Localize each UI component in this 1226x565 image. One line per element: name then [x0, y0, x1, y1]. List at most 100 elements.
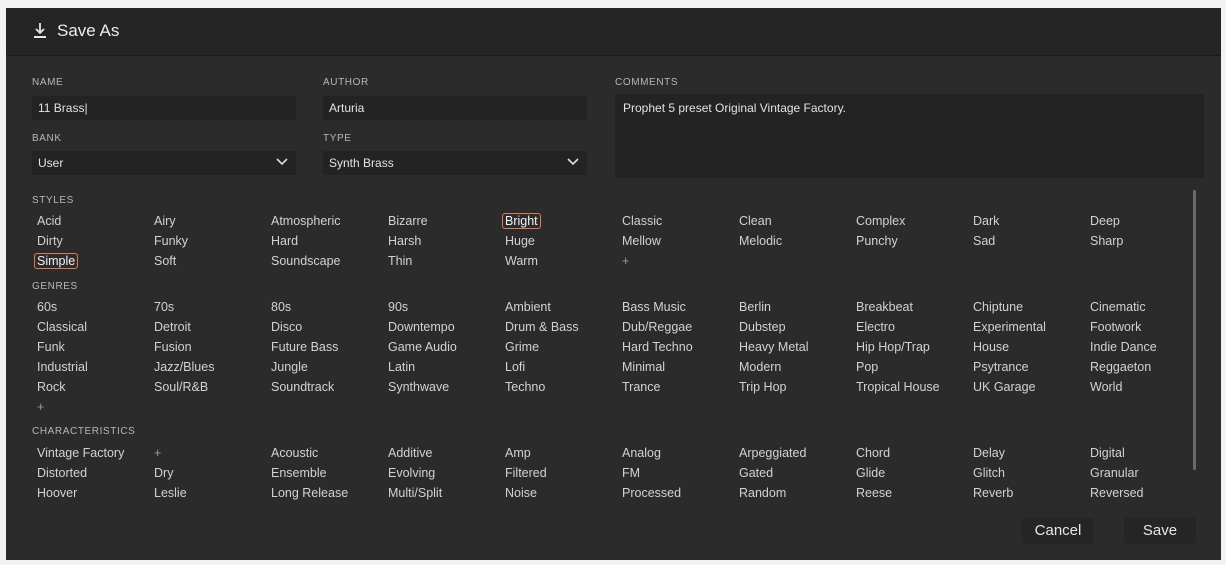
- characteristic-tag-add[interactable]: +: [151, 445, 164, 461]
- style-tag-melodic[interactable]: Melodic: [736, 233, 785, 249]
- characteristic-tag-distorted[interactable]: Distorted: [34, 465, 90, 481]
- genre-tag-trance[interactable]: Trance: [619, 379, 663, 395]
- style-tag-punchy[interactable]: Punchy: [853, 233, 901, 249]
- style-tag-bright[interactable]: Bright: [502, 213, 541, 229]
- style-tag-dirty[interactable]: Dirty: [34, 233, 66, 249]
- characteristic-tag-random[interactable]: Random: [736, 485, 789, 501]
- genre-tag-jungle[interactable]: Jungle: [268, 359, 311, 375]
- style-tag-sharp[interactable]: Sharp: [1087, 233, 1126, 249]
- genre-tag-indie-dance[interactable]: Indie Dance: [1087, 339, 1160, 355]
- genre-tag-bass-music[interactable]: Bass Music: [619, 299, 689, 315]
- characteristic-tag-chord[interactable]: Chord: [853, 445, 893, 461]
- characteristic-tag-delay[interactable]: Delay: [970, 445, 1008, 461]
- genre-tag-cinematic[interactable]: Cinematic: [1087, 299, 1149, 315]
- genre-tag-disco[interactable]: Disco: [268, 319, 305, 335]
- characteristic-tag-granular[interactable]: Granular: [1087, 465, 1142, 481]
- style-tag-clean[interactable]: Clean: [736, 213, 775, 229]
- genre-tag-lofi[interactable]: Lofi: [502, 359, 528, 375]
- style-tag-huge[interactable]: Huge: [502, 233, 538, 249]
- style-tag-sad[interactable]: Sad: [970, 233, 998, 249]
- genre-tag-electro[interactable]: Electro: [853, 319, 898, 335]
- characteristic-tag-arpeggiated[interactable]: Arpeggiated: [736, 445, 809, 461]
- characteristic-tag-processed[interactable]: Processed: [619, 485, 684, 501]
- style-tag-mellow[interactable]: Mellow: [619, 233, 664, 249]
- genre-tag-soundtrack[interactable]: Soundtrack: [268, 379, 337, 395]
- style-tag-complex[interactable]: Complex: [853, 213, 908, 229]
- style-tag-classic[interactable]: Classic: [619, 213, 665, 229]
- characteristic-tag-evolving[interactable]: Evolving: [385, 465, 438, 481]
- genre-tag-tropical-house[interactable]: Tropical House: [853, 379, 943, 395]
- characteristic-tag-vintage-factory[interactable]: Vintage Factory: [34, 445, 127, 461]
- save-button[interactable]: Save: [1124, 518, 1196, 544]
- genre-tag-80s[interactable]: 80s: [268, 299, 294, 315]
- bank-dropdown[interactable]: User: [32, 151, 296, 175]
- genre-tag-60s[interactable]: 60s: [34, 299, 60, 315]
- genre-tag-soul-r-b[interactable]: Soul/R&B: [151, 379, 211, 395]
- genre-tag-game-audio[interactable]: Game Audio: [385, 339, 460, 355]
- characteristic-tag-reversed[interactable]: Reversed: [1087, 485, 1147, 501]
- genre-tag-trip-hop[interactable]: Trip Hop: [736, 379, 789, 395]
- characteristic-tag-glide[interactable]: Glide: [853, 465, 888, 481]
- characteristic-tag-digital[interactable]: Digital: [1087, 445, 1128, 461]
- type-dropdown[interactable]: Synth Brass: [323, 151, 587, 175]
- genre-tag-classical[interactable]: Classical: [34, 319, 90, 335]
- characteristic-tag-amp[interactable]: Amp: [502, 445, 534, 461]
- genre-tag-industrial[interactable]: Industrial: [34, 359, 91, 375]
- characteristic-tag-additive[interactable]: Additive: [385, 445, 435, 461]
- characteristic-tag-reverb[interactable]: Reverb: [970, 485, 1016, 501]
- style-tag-acid[interactable]: Acid: [34, 213, 64, 229]
- genre-tag-hip-hop-trap[interactable]: Hip Hop/Trap: [853, 339, 933, 355]
- style-tag-soft[interactable]: Soft: [151, 253, 179, 269]
- genre-tag-rock[interactable]: Rock: [34, 379, 68, 395]
- scrollbar[interactable]: [1193, 190, 1196, 470]
- genre-tag-detroit[interactable]: Detroit: [151, 319, 194, 335]
- style-tag-deep[interactable]: Deep: [1087, 213, 1123, 229]
- style-tag-atmospheric[interactable]: Atmospheric: [268, 213, 343, 229]
- genre-tag-synthwave[interactable]: Synthwave: [385, 379, 452, 395]
- genre-tag-psytrance[interactable]: Psytrance: [970, 359, 1032, 375]
- characteristic-tag-leslie[interactable]: Leslie: [151, 485, 190, 501]
- genre-tag-world[interactable]: World: [1087, 379, 1125, 395]
- genre-tag-uk-garage[interactable]: UK Garage: [970, 379, 1039, 395]
- style-tag-funky[interactable]: Funky: [151, 233, 191, 249]
- author-field[interactable]: Arturia: [323, 96, 587, 120]
- genre-tag-dub-reggae[interactable]: Dub/Reggae: [619, 319, 695, 335]
- style-tag-simple[interactable]: Simple: [34, 253, 79, 269]
- genre-tag-drum-bass[interactable]: Drum & Bass: [502, 319, 582, 335]
- genre-tag-modern[interactable]: Modern: [736, 359, 784, 375]
- genre-tag-chiptune[interactable]: Chiptune: [970, 299, 1026, 315]
- style-tag-add[interactable]: +: [619, 253, 632, 269]
- characteristic-tag-hoover[interactable]: Hoover: [34, 485, 80, 501]
- genre-tag-techno[interactable]: Techno: [502, 379, 548, 395]
- characteristic-tag-gated[interactable]: Gated: [736, 465, 776, 481]
- genre-tag-fusion[interactable]: Fusion: [151, 339, 195, 355]
- style-tag-warm[interactable]: Warm: [502, 253, 541, 269]
- comments-field[interactable]: Prophet 5 preset Original Vintage Factor…: [615, 94, 1204, 178]
- genre-tag-grime[interactable]: Grime: [502, 339, 542, 355]
- genre-tag-breakbeat[interactable]: Breakbeat: [853, 299, 916, 315]
- style-tag-thin[interactable]: Thin: [385, 253, 415, 269]
- genre-tag-house[interactable]: House: [970, 339, 1012, 355]
- characteristic-tag-analog[interactable]: Analog: [619, 445, 664, 461]
- genre-tag-90s[interactable]: 90s: [385, 299, 411, 315]
- genre-tag-dubstep[interactable]: Dubstep: [736, 319, 789, 335]
- genre-tag-hard-techno[interactable]: Hard Techno: [619, 339, 696, 355]
- characteristic-tag-dry[interactable]: Dry: [151, 465, 176, 481]
- genre-tag-future-bass[interactable]: Future Bass: [268, 339, 341, 355]
- genre-tag-berlin[interactable]: Berlin: [736, 299, 774, 315]
- genre-tag-latin[interactable]: Latin: [385, 359, 418, 375]
- characteristic-tag-multi-split[interactable]: Multi/Split: [385, 485, 445, 501]
- characteristic-tag-glitch[interactable]: Glitch: [970, 465, 1008, 481]
- genre-tag-heavy-metal[interactable]: Heavy Metal: [736, 339, 811, 355]
- style-tag-harsh[interactable]: Harsh: [385, 233, 424, 249]
- genre-tag-downtempo[interactable]: Downtempo: [385, 319, 458, 335]
- genre-tag-minimal[interactable]: Minimal: [619, 359, 668, 375]
- genre-tag-reggaeton[interactable]: Reggaeton: [1087, 359, 1154, 375]
- characteristic-tag-ensemble[interactable]: Ensemble: [268, 465, 330, 481]
- style-tag-soundscape[interactable]: Soundscape: [268, 253, 344, 269]
- genre-tag-jazz-blues[interactable]: Jazz/Blues: [151, 359, 217, 375]
- genre-tag-pop[interactable]: Pop: [853, 359, 881, 375]
- style-tag-bizarre[interactable]: Bizarre: [385, 213, 431, 229]
- genre-tag-add[interactable]: +: [34, 399, 47, 415]
- genre-tag-footwork[interactable]: Footwork: [1087, 319, 1144, 335]
